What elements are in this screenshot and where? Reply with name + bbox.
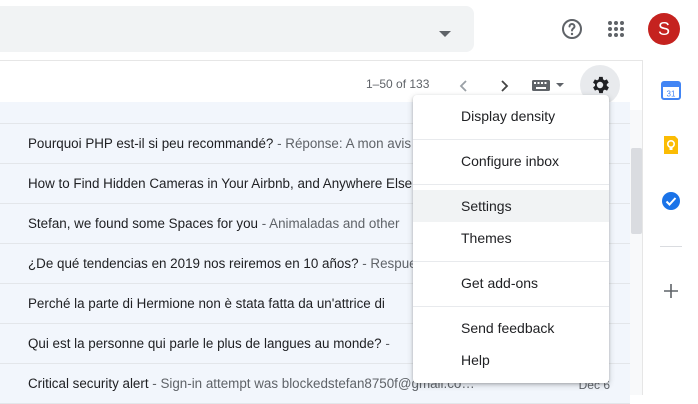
- tasks-check-icon: [662, 192, 680, 210]
- keyboard-icon: [532, 80, 564, 91]
- menu-divider: [413, 184, 609, 185]
- apps-grid-icon: [608, 21, 624, 37]
- menu-item-send-feedback[interactable]: Send feedback: [413, 312, 609, 344]
- add-addon-button[interactable]: [656, 276, 686, 306]
- avatar[interactable]: S: [648, 13, 680, 45]
- menu-item-display-density[interactable]: Display density: [413, 100, 609, 132]
- email-subject-line: Pourquoi PHP est-il si peu recommandé? -…: [28, 136, 412, 151]
- search-options-icon[interactable]: [439, 31, 451, 37]
- pagination-count[interactable]: 1–50 of 133: [366, 77, 429, 91]
- gear-icon: [593, 76, 609, 94]
- input-tools-button[interactable]: [530, 77, 570, 93]
- email-subject-line: How to Find Hidden Cameras in Your Airbn…: [28, 176, 413, 191]
- menu-divider: [413, 139, 609, 140]
- email-subject-line: Critical security alert - Sign-in attemp…: [28, 376, 475, 391]
- keep-addon[interactable]: [661, 135, 681, 155]
- side-panel-divider: [660, 246, 682, 247]
- side-panel: [642, 60, 698, 395]
- email-subject-line: Perché la parte di Hermione non è stata …: [28, 296, 385, 311]
- menu-item-help[interactable]: Help: [413, 344, 609, 376]
- calendar-addon[interactable]: 31: [661, 80, 681, 100]
- svg-text:31: 31: [667, 90, 676, 99]
- plus-icon: [664, 284, 678, 298]
- menu-item-get-addons[interactable]: Get add-ons: [413, 267, 609, 299]
- header-divider: [0, 60, 642, 61]
- email-subject-line: Stefan, we found some Spaces for you - A…: [28, 216, 400, 231]
- help-button[interactable]: [552, 9, 592, 49]
- tasks-addon[interactable]: [661, 191, 681, 211]
- chevron-right-icon: [501, 80, 509, 92]
- chevron-left-icon: [459, 80, 467, 92]
- keep-bulb-icon: [664, 136, 678, 154]
- settings-menu: Display density Configure inbox Settings…: [413, 95, 609, 383]
- help-icon: [562, 19, 582, 39]
- email-subject-line: ¿De qué tendencias en 2019 nos reiremos …: [28, 256, 435, 271]
- top-bar: S: [0, 0, 698, 60]
- google-apps-button[interactable]: [596, 9, 636, 49]
- menu-item-themes[interactable]: Themes: [413, 222, 609, 254]
- menu-item-settings[interactable]: Settings: [413, 190, 609, 222]
- search-box[interactable]: [0, 6, 474, 52]
- scrollbar-thumb[interactable]: [631, 148, 642, 234]
- menu-item-configure-inbox[interactable]: Configure inbox: [413, 145, 609, 177]
- calendar-icon: 31: [661, 81, 681, 100]
- menu-divider: [413, 306, 609, 307]
- menu-divider: [413, 261, 609, 262]
- email-subject-line: Qui est la personne qui parle le plus de…: [28, 336, 390, 351]
